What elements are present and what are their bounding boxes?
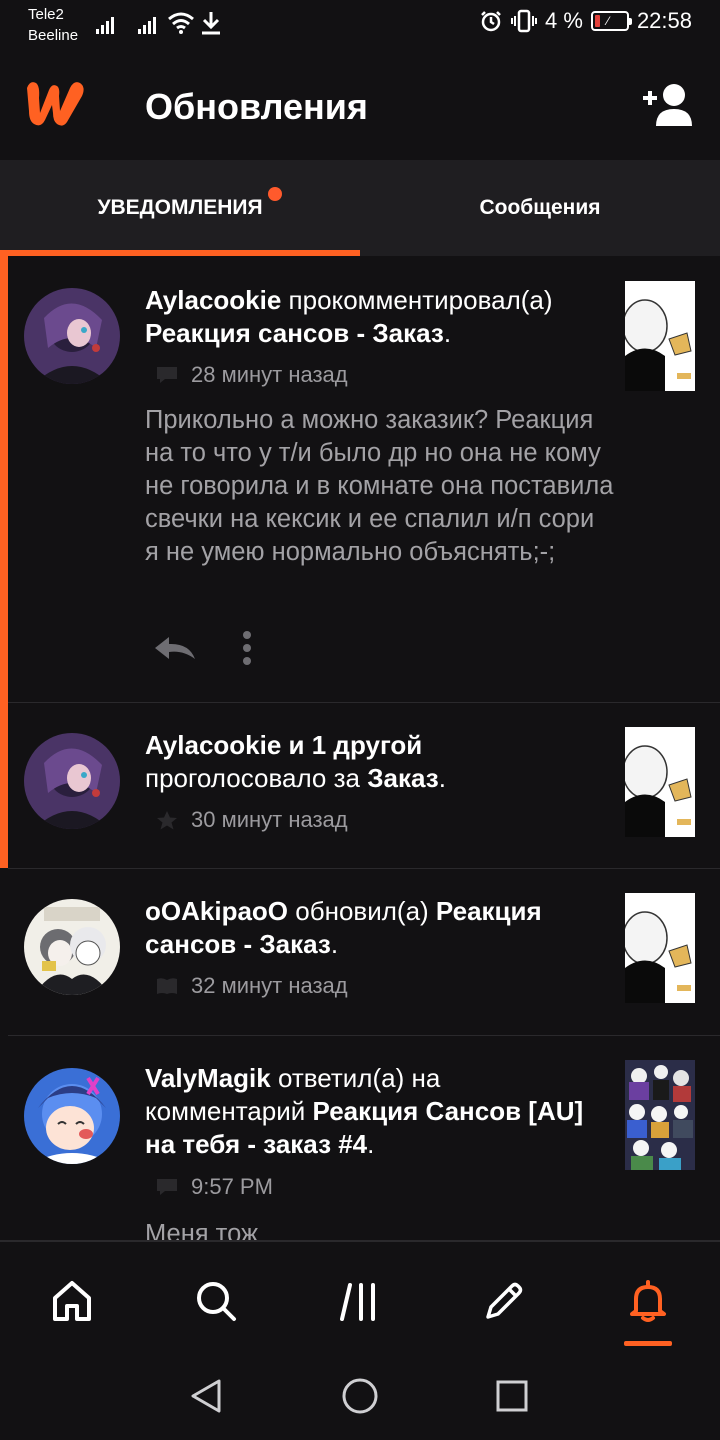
- more-options-icon[interactable]: [241, 630, 253, 666]
- story-cover-thumbnail[interactable]: [625, 1060, 695, 1170]
- carrier-2: Beeline: [28, 27, 79, 44]
- notification-time: 9:57 PM: [191, 1174, 273, 1199]
- notification-suffix: .: [438, 763, 446, 793]
- search-icon: [197, 1282, 236, 1321]
- tab-bar: УВЕДОМЛЕНИЯ Сообщения: [0, 160, 720, 256]
- nav-write[interactable]: [432, 1242, 576, 1360]
- reply-icon[interactable]: [151, 633, 197, 663]
- tab-messages[interactable]: Сообщения: [360, 160, 720, 256]
- book-icon: [155, 976, 179, 996]
- download-icon: [202, 12, 220, 35]
- app-header: Обновления: [0, 52, 720, 160]
- notification-suffix: .: [443, 318, 452, 348]
- nav-active-indicator: [624, 1341, 672, 1346]
- bottom-navigation: [0, 1240, 720, 1360]
- star-icon: [155, 810, 179, 830]
- unread-dot: [268, 187, 282, 201]
- notification-item[interactable]: oOAkipaoO обновил(а) Реакция сансов - За…: [8, 869, 720, 1035]
- story-cover-thumbnail[interactable]: [625, 893, 695, 1003]
- notification-user[interactable]: ValyMagik: [145, 1063, 271, 1093]
- tab-notifications-label: УВЕДОМЛЕНИЯ: [97, 196, 263, 219]
- notification-item[interactable]: Aylacookie прокомментировал(а) Реакция с…: [8, 256, 720, 702]
- add-user-icon[interactable]: [640, 82, 696, 128]
- notification-text: ValyMagik ответил(а) на комментарий Реак…: [145, 1062, 595, 1161]
- notification-suffix: .: [367, 1129, 375, 1159]
- signal-1-icon: [96, 14, 114, 34]
- system-recents-button[interactable]: [472, 1360, 552, 1432]
- nav-search[interactable]: [144, 1242, 288, 1360]
- home-icon: [53, 1281, 91, 1321]
- notification-meta: 30 минут назад: [155, 807, 348, 833]
- system-back-button[interactable]: [166, 1360, 246, 1432]
- notification-item[interactable]: ValyMagik ответил(а) на комментарий Реак…: [8, 1036, 720, 1240]
- carrier-1: Tele2: [28, 6, 64, 23]
- notification-meta: 9:57 PM: [155, 1174, 273, 1200]
- comment-actions: [151, 630, 253, 666]
- avatar[interactable]: [24, 733, 120, 829]
- notification-time: 32 минут назад: [191, 973, 348, 998]
- system-navigation: [0, 1360, 720, 1440]
- comment-text: Прикольно а можно заказик? Реакция на то…: [145, 406, 614, 566]
- library-icon: [340, 1283, 375, 1321]
- notification-user[interactable]: Aylacookie и 1 другой: [145, 730, 422, 760]
- notification-text: oOAkipaoO обновил(а) Реакция сансов - За…: [145, 895, 595, 961]
- comment-icon: [155, 1177, 179, 1197]
- nav-home[interactable]: [0, 1242, 144, 1360]
- page-title: Обновления: [145, 86, 368, 127]
- story-cover-thumbnail[interactable]: [625, 727, 695, 837]
- pencil-icon: [486, 1282, 523, 1319]
- alarm-icon: [479, 9, 503, 33]
- story-cover-thumbnail[interactable]: [625, 281, 695, 391]
- avatar[interactable]: [24, 288, 120, 384]
- tab-notifications[interactable]: УВЕДОМЛЕНИЯ: [0, 160, 360, 256]
- status-right: 4 % ⁄ 22:58: [479, 8, 692, 34]
- carrier-labels: Tele2 Beeline: [28, 4, 78, 46]
- battery-percent: 4 %: [545, 8, 583, 33]
- battery-icon: ⁄: [590, 11, 632, 31]
- notification-meta: 32 минут назад: [155, 973, 348, 999]
- recents-icon: [496, 1380, 528, 1412]
- notification-text: Aylacookie прокомментировал(а) Реакция с…: [145, 284, 595, 350]
- avatar[interactable]: [24, 1068, 120, 1164]
- comment-icon: [155, 365, 179, 385]
- notification-meta: 28 минут назад: [155, 362, 348, 388]
- notification-action: прокомментировал(а): [281, 285, 553, 315]
- avatar[interactable]: [24, 899, 120, 995]
- notification-time: 28 минут назад: [191, 362, 348, 387]
- system-home-button[interactable]: [320, 1360, 400, 1432]
- notification-item[interactable]: Aylacookie и 1 другой проголосовало за За…: [8, 703, 720, 868]
- comment-text: Меня тож: [145, 1220, 259, 1240]
- notification-suffix: .: [330, 929, 339, 959]
- clock: 22:58: [636, 8, 692, 33]
- notification-target[interactable]: Реакция сансов - Заказ: [145, 318, 444, 348]
- bell-icon: [630, 1280, 666, 1322]
- notification-action: обновил(а): [288, 896, 436, 926]
- unread-indicator: [0, 256, 8, 868]
- notification-action: проголосовало за: [145, 763, 368, 793]
- back-icon: [191, 1379, 221, 1413]
- wifi-icon: [168, 12, 194, 34]
- notification-time: 30 минут назад: [191, 807, 348, 832]
- notification-text: Aylacookie и 1 другой проголосовало за За…: [145, 729, 595, 795]
- notification-user[interactable]: Aylacookie: [145, 285, 281, 315]
- wattpad-logo-icon[interactable]: [22, 78, 88, 128]
- notification-target[interactable]: Заказ: [367, 763, 438, 793]
- status-bar: Tele2 Beeline 4 % ⁄ 22:58: [0, 0, 720, 52]
- vibrate-icon: [511, 9, 538, 33]
- home-circle-icon: [342, 1378, 378, 1414]
- notification-user[interactable]: oOAkipaoO: [145, 896, 288, 926]
- tab-messages-label: Сообщения: [479, 196, 601, 219]
- signal-2-icon: [138, 14, 156, 34]
- notification-feed[interactable]: Aylacookie прокомментировал(а) Реакция с…: [0, 256, 720, 1240]
- nav-library[interactable]: [288, 1242, 432, 1360]
